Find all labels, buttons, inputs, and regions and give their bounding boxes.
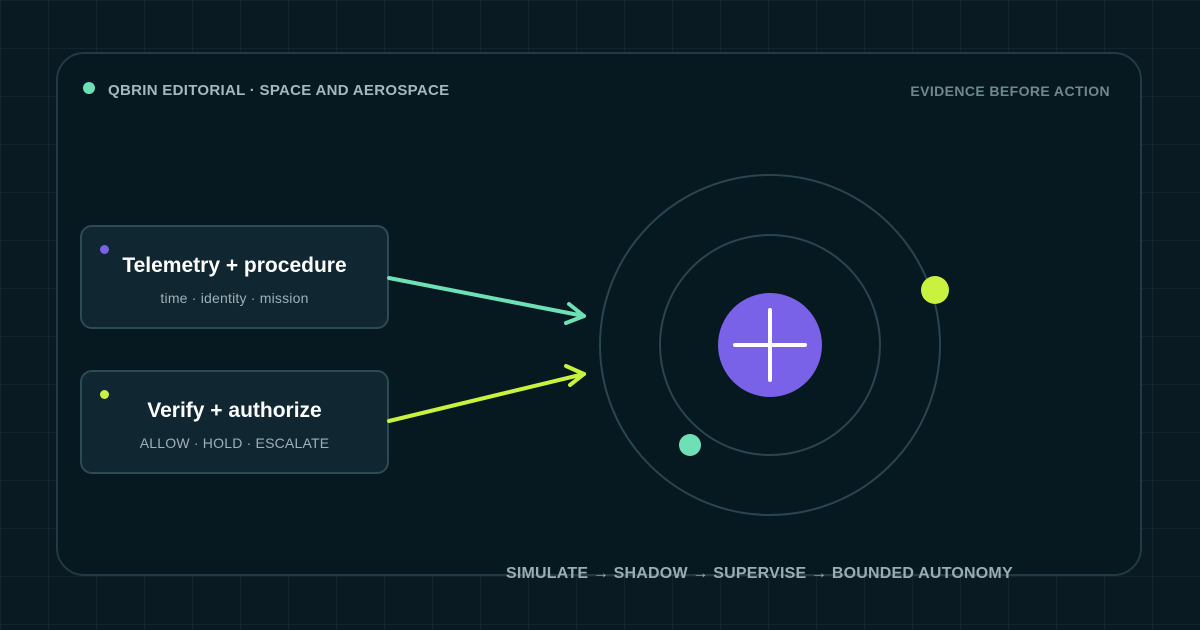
- orbit-diagram: [387, 174, 949, 516]
- pipeline-footer: SIMULATE → SHADOW → SUPERVISE → BOUNDED …: [506, 565, 1013, 582]
- lime-satellite: [921, 276, 949, 304]
- teal-satellite: [679, 434, 701, 456]
- telemetry-arrow-line: [387, 276, 586, 318]
- verify-arrow-line: [387, 372, 586, 423]
